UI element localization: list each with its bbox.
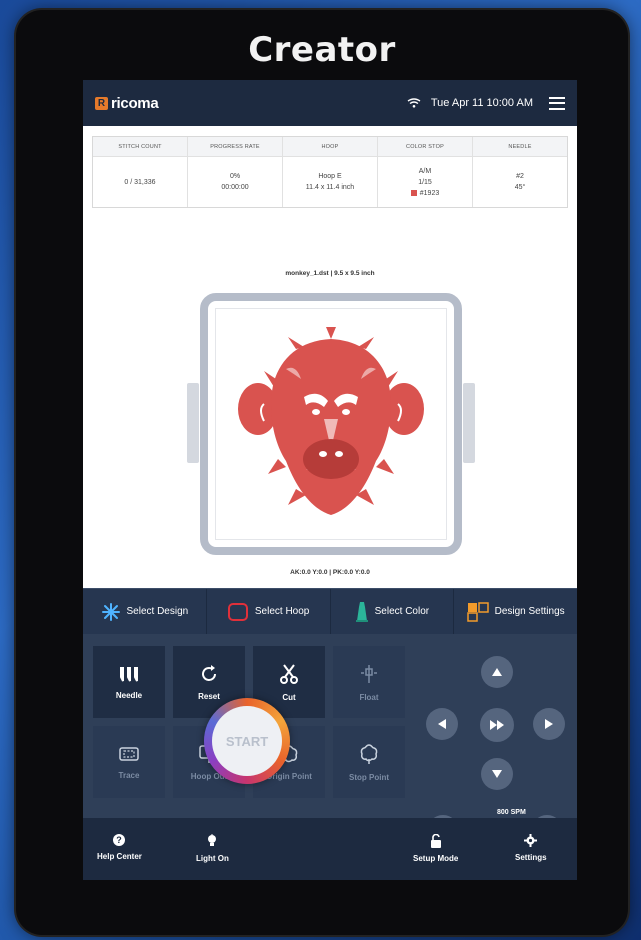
- scissors-icon: [280, 663, 298, 684]
- position-coordinates: AK:0.0 Y:0.0 | PK:0.0 Y:0.0: [290, 569, 370, 576]
- menu-icon[interactable]: [549, 96, 565, 110]
- stop-point-label: Stop Point: [349, 772, 389, 782]
- arrow-left-icon: [438, 719, 446, 729]
- move-right-button[interactable]: [533, 708, 565, 740]
- logo-text: ricoma: [111, 94, 159, 112]
- select-color-button[interactable]: Select Color: [331, 589, 455, 634]
- svg-text:?: ?: [117, 835, 123, 845]
- float-label: Float: [359, 692, 379, 702]
- spm-label: 800 SPM: [497, 809, 526, 816]
- trace-icon: [119, 746, 139, 761]
- light-on-label: Light On: [196, 854, 229, 863]
- needle-button[interactable]: Needle: [93, 646, 165, 718]
- thread-spool-icon: [355, 601, 368, 622]
- reset-label: Reset: [198, 691, 220, 701]
- select-hoop-button[interactable]: Select Hoop: [207, 589, 331, 634]
- hoop-left-tab: [187, 383, 199, 463]
- design-file-info: monkey_1.dst | 9.5 x 9.5 inch: [285, 270, 375, 277]
- float-icon: [361, 664, 377, 683]
- move-down-button[interactable]: [481, 758, 513, 790]
- stat-header: COLOR STOP: [378, 137, 472, 157]
- light-toggle-button[interactable]: Light On: [196, 834, 229, 863]
- arrow-right-icon: [545, 719, 553, 729]
- device-title: Creator: [248, 30, 396, 70]
- lightbulb-icon: [208, 834, 217, 846]
- move-left-button[interactable]: [426, 708, 458, 740]
- action-toolbar: Select Design Select Hoop Select Color D…: [83, 588, 577, 634]
- fast-move-button[interactable]: [480, 708, 514, 742]
- stat-progress-rate: PROGRESS RATE 0% 00:00:00: [188, 137, 283, 207]
- ricoma-logo: R ricoma: [95, 94, 159, 112]
- unlock-icon: [430, 834, 441, 848]
- reset-icon: [202, 664, 216, 681]
- start-label: START: [212, 706, 282, 776]
- color-code: #1923: [410, 188, 440, 199]
- setup-mode-label: Setup Mode: [413, 854, 459, 863]
- stat-value: 00:00:00: [221, 184, 249, 191]
- settings-label: Settings: [515, 853, 547, 862]
- stat-needle: NEEDLE #2 45°: [473, 137, 567, 207]
- help-center-label: Help Center: [97, 852, 142, 861]
- wifi-icon: [407, 98, 421, 108]
- hoop-canvas[interactable]: [215, 308, 447, 540]
- datetime: Tue Apr 11 10:00 AM: [430, 97, 533, 109]
- select-color-label: Select Color: [374, 606, 430, 617]
- bottom-bar: ? Help Center Light On Setup Mode Settin…: [83, 818, 577, 880]
- color-swatch: [410, 189, 417, 196]
- control-panel: Needle Reset Cut Float Trace Hoop Out Or…: [83, 634, 577, 880]
- help-icon: ?: [113, 834, 126, 846]
- top-bar: R ricoma Tue Apr 11 10:00 AM: [83, 80, 577, 126]
- stat-hoop: HOOP Hoop E 11.4 x 11.4 inch: [283, 137, 378, 207]
- help-center-button[interactable]: ? Help Center: [97, 834, 142, 861]
- start-button[interactable]: START: [204, 698, 290, 784]
- stat-header: PROGRESS RATE: [188, 137, 282, 157]
- hoop-right-tab: [463, 383, 475, 463]
- stat-value: 45°: [514, 184, 526, 191]
- snowflake-icon: [101, 602, 120, 621]
- stat-value: Hoop E: [318, 173, 342, 180]
- stop-point-button[interactable]: Stop Point: [333, 726, 405, 798]
- monkey-embroidery-design: [238, 327, 424, 515]
- design-settings-icon: [466, 601, 489, 622]
- stat-header: HOOP: [283, 137, 377, 157]
- select-design-button[interactable]: Select Design: [83, 589, 207, 634]
- stat-stitch-count: STITCH COUNT 0 / 31,336: [93, 137, 188, 207]
- stat-value: #1923: [419, 189, 440, 197]
- cut-label: Cut: [282, 692, 296, 702]
- gear-icon: [524, 834, 538, 847]
- logo-mark: R: [95, 96, 108, 110]
- stat-header: STITCH COUNT: [93, 137, 187, 157]
- stat-header: NEEDLE: [473, 137, 567, 157]
- stat-value: A/M: [418, 167, 432, 175]
- trace-button[interactable]: Trace: [93, 726, 165, 798]
- settings-button[interactable]: Settings: [515, 834, 547, 862]
- stat-value: 0 / 31,336: [124, 178, 156, 186]
- stop-point-icon: [360, 743, 378, 764]
- design-preview-area: STITCH COUNT 0 / 31,336 PROGRESS RATE 0%…: [83, 126, 577, 588]
- move-up-button[interactable]: [481, 656, 513, 688]
- stat-value: #2: [516, 173, 524, 180]
- trace-label: Trace: [118, 770, 140, 780]
- stat-value: 0%: [229, 173, 241, 180]
- fast-forward-icon: [490, 720, 504, 730]
- stat-color-stop: COLOR STOP A/M 1/15 #1923: [378, 137, 473, 207]
- float-button[interactable]: Float: [333, 646, 405, 718]
- arrow-down-icon: [492, 770, 502, 778]
- select-design-label: Select Design: [126, 606, 189, 617]
- design-settings-button[interactable]: Design Settings: [454, 589, 577, 634]
- setup-mode-button[interactable]: Setup Mode: [413, 834, 458, 863]
- hoop-icon: [227, 602, 248, 621]
- needle-icon: [120, 666, 138, 681]
- stat-value: 11.4 x 11.4 inch: [305, 184, 355, 191]
- hoop-frame: [200, 293, 462, 555]
- needle-label: Needle: [115, 690, 143, 700]
- stats-table: STITCH COUNT 0 / 31,336 PROGRESS RATE 0%…: [92, 136, 568, 208]
- select-hoop-label: Select Hoop: [254, 606, 310, 617]
- arrow-up-icon: [492, 668, 502, 676]
- design-settings-label: Design Settings: [494, 606, 565, 617]
- stat-value: 1/15: [418, 178, 432, 186]
